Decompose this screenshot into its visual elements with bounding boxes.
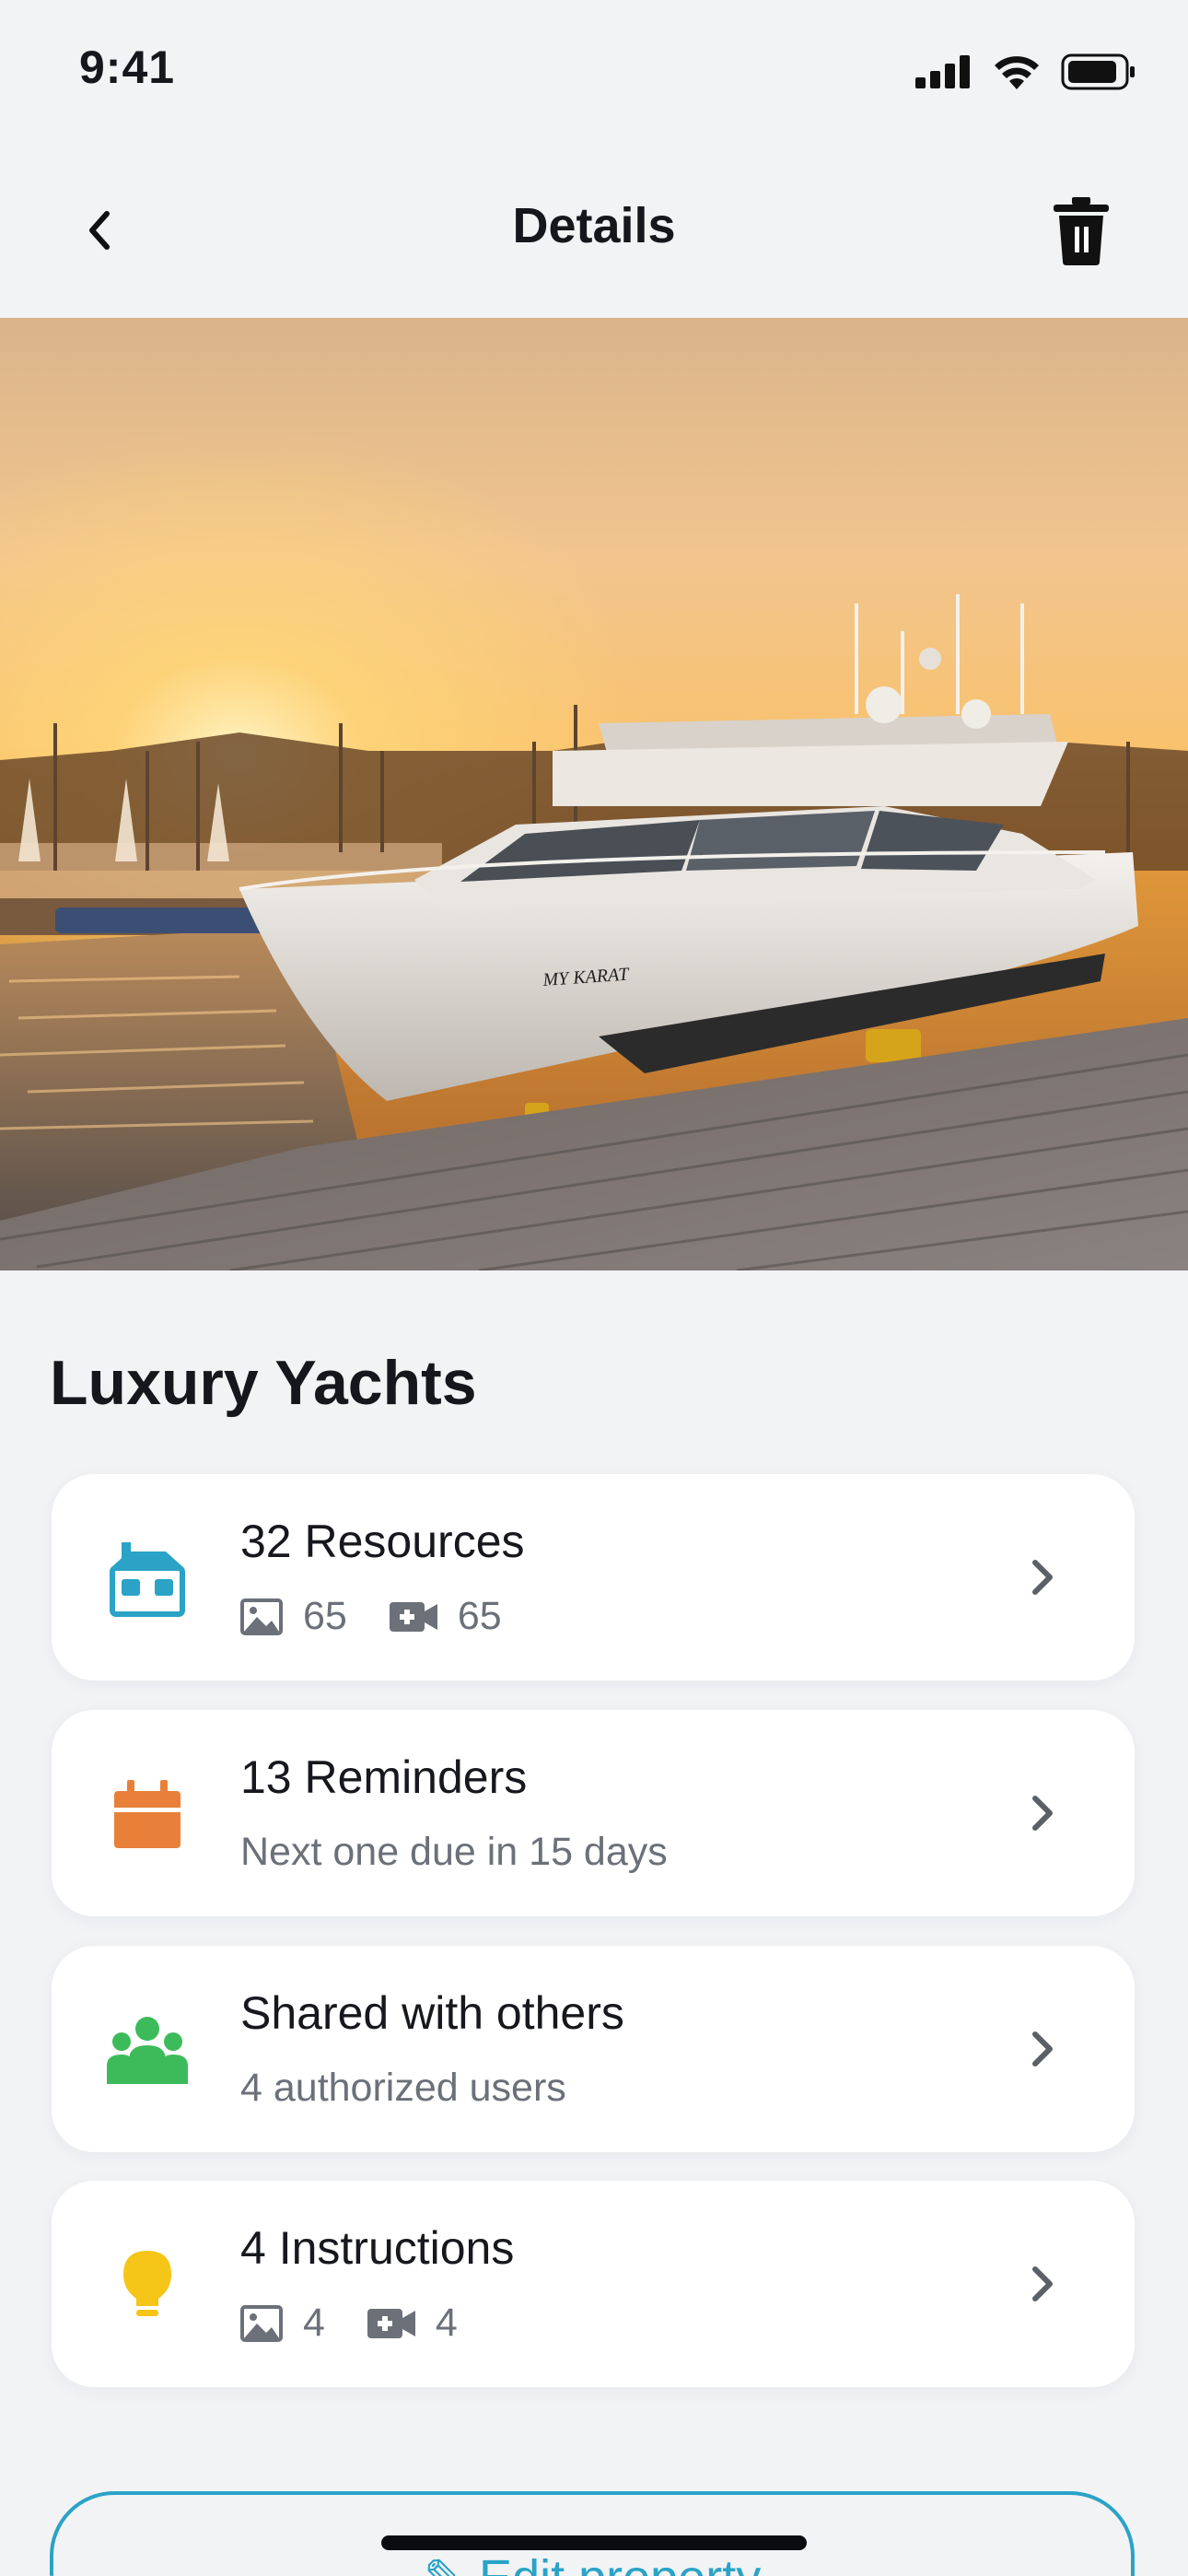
image-icon xyxy=(240,1598,283,1635)
reminders-title: 13 Reminders xyxy=(240,1751,528,1803)
instructions-card[interactable]: 4 Instructions 4 4 xyxy=(52,2181,1135,2387)
trash-icon xyxy=(1054,197,1109,265)
home-indicator xyxy=(381,2535,807,2550)
wifi-icon xyxy=(995,56,1039,89)
video-icon xyxy=(367,2308,415,2338)
image-count: 65 xyxy=(303,1594,347,1638)
nav-bar: Details xyxy=(0,157,1188,304)
reminders-card[interactable]: 13 Reminders Next one due in 15 days xyxy=(52,1710,1135,1916)
chevron-right-icon xyxy=(1032,1560,1053,1595)
chevron-right-icon xyxy=(1032,1796,1053,1831)
delete-button[interactable] xyxy=(1048,195,1114,265)
status-icons xyxy=(915,53,1136,90)
resources-title: 32 Resources xyxy=(240,1516,525,1567)
video-icon xyxy=(389,1601,437,1632)
app-screen: 9:41 Details MY KARAT Luxury Yachts 32 R… xyxy=(0,0,1188,2576)
shared-subtitle: 4 authorized users xyxy=(240,2066,566,2110)
signal-icon xyxy=(915,55,970,88)
chevron-right-icon xyxy=(1032,2032,1053,2067)
video-count: 4 xyxy=(435,2301,458,2345)
battery-icon xyxy=(1061,53,1135,90)
video-count: 65 xyxy=(457,1594,502,1638)
chevron-right-icon xyxy=(1032,2266,1053,2301)
image-icon xyxy=(240,2304,283,2342)
lightbulb-icon xyxy=(123,2251,171,2316)
property-photo: MY KARAT xyxy=(0,318,1188,1270)
edit-property-label: ✎ Edit property xyxy=(53,2548,1131,2576)
edit-property-button[interactable]: ✎ Edit property xyxy=(50,2491,1135,2576)
shared-title: Shared with others xyxy=(240,1987,624,2039)
property-title: Luxury Yachts xyxy=(50,1348,477,1418)
reminders-subtitle: Next one due in 15 days xyxy=(240,1830,668,1874)
instructions-meta: 4 4 xyxy=(240,2301,500,2346)
page-title: Details xyxy=(512,198,676,253)
users-icon xyxy=(107,2017,188,2084)
status-bar: 9:41 xyxy=(0,0,1188,138)
calendar-icon xyxy=(114,1780,181,1848)
instructions-title: 4 Instructions xyxy=(240,2222,515,2274)
house-icon xyxy=(110,1542,185,1617)
status-time: 9:41 xyxy=(79,41,176,93)
resources-card[interactable]: 32 Resources 65 65 xyxy=(52,1474,1135,1680)
shared-card[interactable]: Shared with others 4 authorized users xyxy=(52,1946,1135,2152)
image-count: 4 xyxy=(303,2301,325,2345)
resources-meta: 65 65 xyxy=(240,1594,544,1639)
